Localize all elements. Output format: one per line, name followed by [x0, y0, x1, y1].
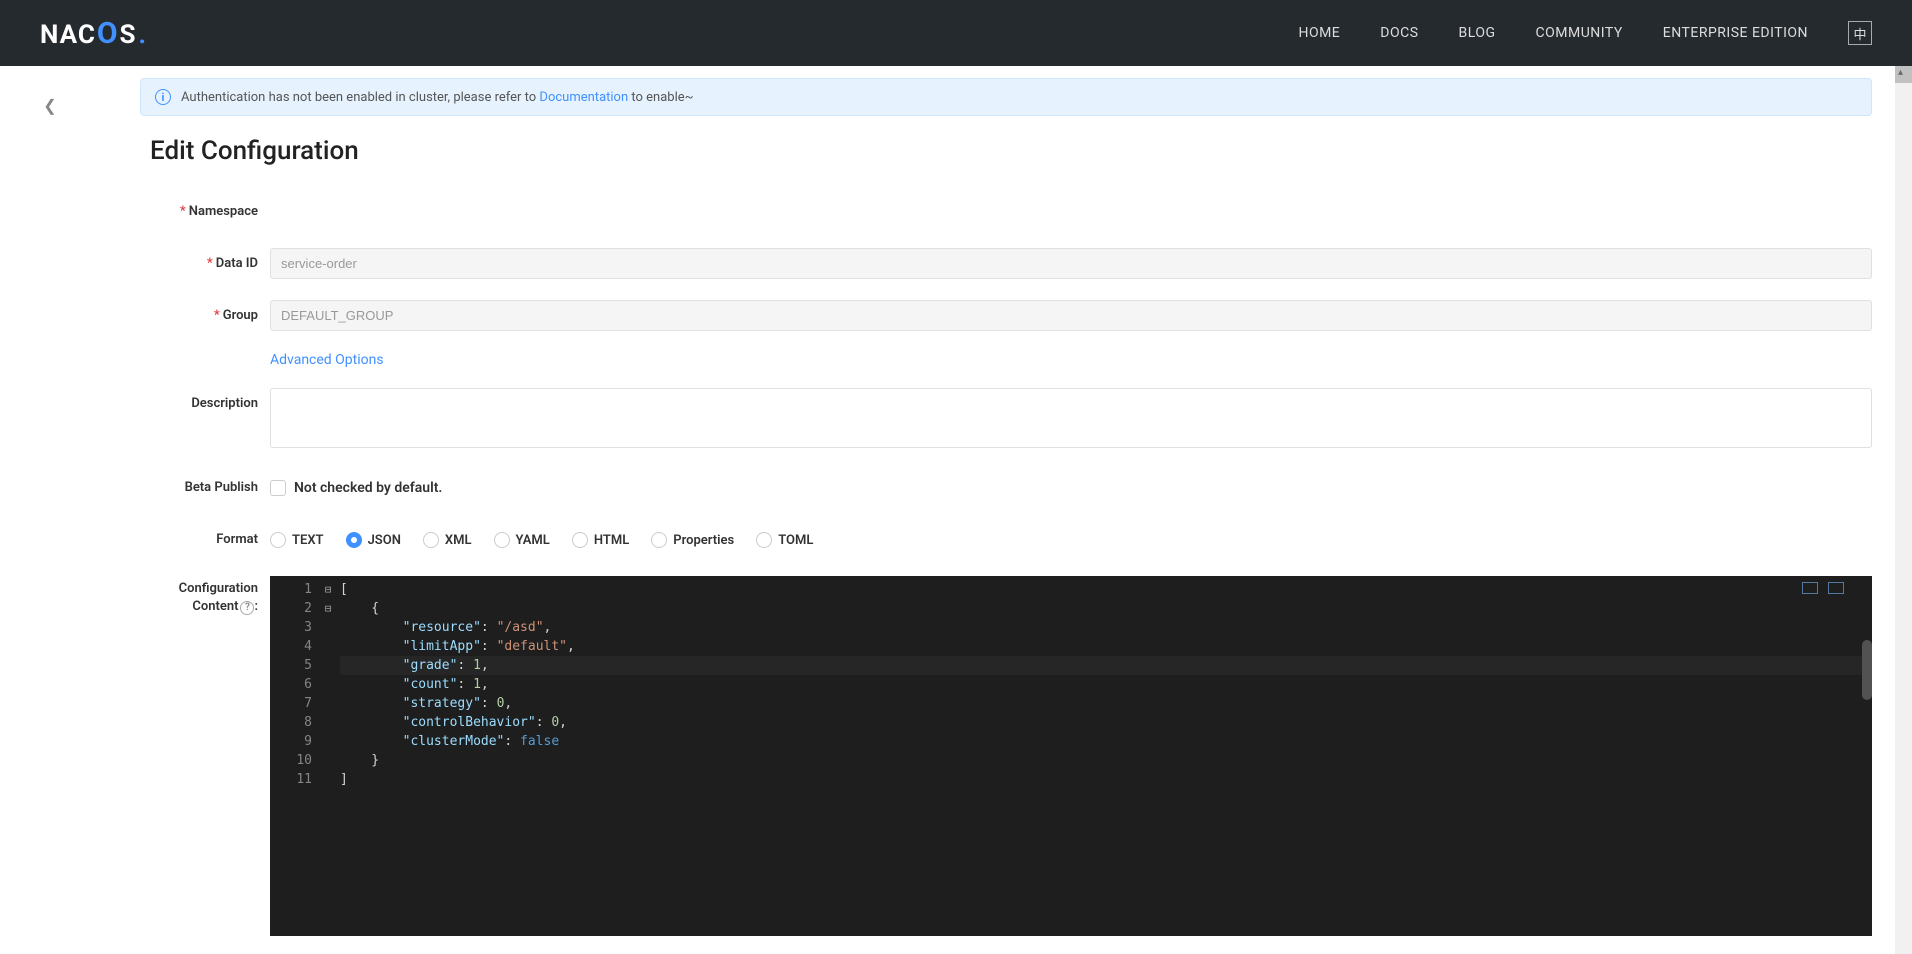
advanced-options-link[interactable]: Advanced Options [270, 352, 384, 368]
editor-fold-column[interactable]: ⊟⊟ [320, 580, 336, 789]
sidebar-expand-icon[interactable]: ❮ [43, 96, 56, 115]
nav-community[interactable]: COMMUNITY [1536, 25, 1623, 41]
nav-blog[interactable]: BLOG [1459, 25, 1496, 41]
format-radio-group: TEXT JSON XML YAML HTML Properties TOML [270, 524, 1872, 556]
body: ❮ i Authentication has not been enabled … [0, 66, 1912, 954]
editor-code[interactable]: [ { "resource": "/asd", "limitApp": "def… [340, 580, 1862, 789]
group-label: *Group [140, 300, 270, 332]
format-label: Format [140, 524, 270, 556]
namespace-label: *Namespace [140, 196, 270, 228]
brand-logo[interactable]: NACOS. [40, 16, 147, 51]
editor-scrollbar[interactable] [1858, 576, 1872, 936]
format-properties[interactable]: Properties [651, 532, 734, 548]
dataid-input [270, 248, 1872, 279]
group-input [270, 300, 1872, 331]
top-nav: HOME DOCS BLOG COMMUNITY ENTERPRISE EDIT… [1298, 21, 1872, 45]
format-html[interactable]: HTML [572, 532, 629, 548]
description-input[interactable] [270, 388, 1872, 448]
sidebar: ❮ [0, 66, 100, 954]
code-editor[interactable]: 1234567891011 ⊟⊟ [ { "resource": "/asd",… [270, 576, 1872, 936]
beta-hint: Not checked by default. [294, 480, 442, 496]
page-title: Edit Configuration [150, 136, 1872, 166]
nav-docs[interactable]: DOCS [1380, 25, 1418, 41]
alert-text-suffix: to enable~ [628, 90, 693, 105]
nav-enterprise[interactable]: ENTERPRISE EDITION [1663, 25, 1808, 41]
info-icon: i [155, 89, 171, 105]
format-yaml[interactable]: YAML [494, 532, 550, 548]
format-json[interactable]: JSON [346, 532, 401, 548]
beta-checkbox[interactable] [270, 480, 286, 496]
auth-alert: i Authentication has not been enabled in… [140, 78, 1872, 116]
page-scrollbar[interactable] [1895, 66, 1912, 954]
help-icon[interactable]: ? [240, 601, 254, 615]
editor-scroll-thumb[interactable] [1862, 640, 1872, 700]
format-xml[interactable]: XML [423, 532, 472, 548]
nav-home[interactable]: HOME [1298, 25, 1340, 41]
config-form: *Namespace *Data ID *Group [140, 196, 1872, 936]
description-label: Description [140, 388, 270, 420]
format-toml[interactable]: TOML [756, 532, 813, 548]
editor-gutter: 1234567891011 [270, 580, 320, 789]
format-text[interactable]: TEXT [270, 532, 324, 548]
beta-label: Beta Publish [140, 472, 270, 504]
main-content: i Authentication has not been enabled in… [100, 66, 1912, 954]
alert-text-prefix: Authentication has not been enabled in c… [181, 90, 539, 105]
dataid-label: *Data ID [140, 248, 270, 280]
app-root: NACOS. HOME DOCS BLOG COMMUNITY ENTERPRI… [0, 0, 1912, 954]
language-switch[interactable]: 中 [1848, 21, 1872, 45]
content-label: Configuration Content?: [140, 576, 270, 616]
top-bar: NACOS. HOME DOCS BLOG COMMUNITY ENTERPRI… [0, 0, 1912, 66]
alert-doc-link[interactable]: Documentation [539, 90, 628, 105]
page-scroll-up-button[interactable] [1895, 66, 1912, 83]
